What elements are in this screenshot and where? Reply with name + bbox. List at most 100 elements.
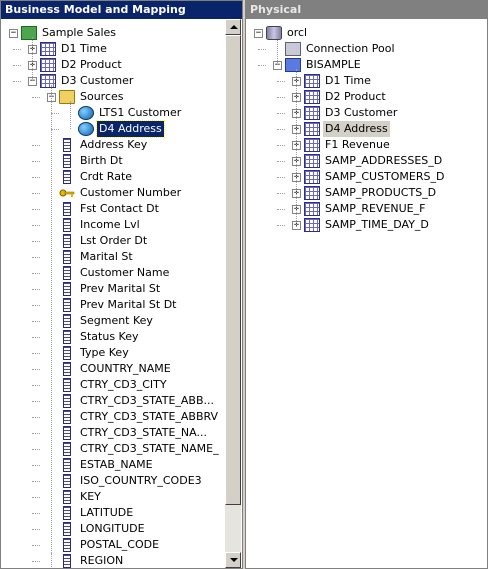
tree-node-label: Prev Marital St Dt (80, 298, 177, 311)
scroll-thumb[interactable] (225, 35, 241, 505)
collapse-toggle[interactable]: − (9, 29, 18, 38)
tree-node-d1-time[interactable]: + D1 Time (1, 41, 242, 57)
tree-node-samp-addresses-d[interactable]: + SAMP_ADDRESSES_D (246, 153, 487, 169)
tree-node-customer-number[interactable]: Customer Number (1, 185, 242, 201)
tree-node-label: POSTAL_CODE (80, 538, 160, 551)
tree-node-label: ESTAB_NAME (80, 458, 153, 471)
tree-node-samp-time-day-d[interactable]: + SAMP_TIME_DAY_D (246, 217, 487, 233)
tree-node-estab-name[interactable]: ESTAB_NAME (1, 457, 242, 473)
tree-node-customer-name[interactable]: Customer Name (1, 265, 242, 281)
table-icon (40, 74, 56, 88)
connection-pool-icon (285, 42, 301, 56)
tree-connector (13, 81, 21, 82)
tree-node-label: orcl (287, 26, 308, 39)
tree-node-label: SAMP_REVENUE_F (325, 202, 426, 215)
tree-node-status-key[interactable]: Status Key (1, 329, 242, 345)
physical-pane: Physical − orcl Connection Pool − BISAMPLE + D… (245, 0, 488, 569)
table-icon (304, 90, 320, 104)
tree-node-connection-pool[interactable]: Connection Pool (246, 41, 487, 57)
tree-node-d2-product[interactable]: + D2 Product (246, 89, 487, 105)
tree-node-ctry-cd3-state-abb[interactable]: CTRY_CD3_STATE_ABB... (1, 393, 242, 409)
tree-node-longitude[interactable]: LONGITUDE (1, 521, 242, 537)
tree-node-latitude[interactable]: LATITUDE (1, 505, 242, 521)
tree-node-ctry-cd3-state-na[interactable]: CTRY_CD3_STATE_NA... (1, 425, 242, 441)
tree-node-d2-product[interactable]: + D2 Product (1, 57, 242, 73)
tree-connector (32, 561, 40, 562)
tree-node-samp-customers-d[interactable]: + SAMP_CUSTOMERS_D (246, 169, 487, 185)
tree-node-lst-order-dt[interactable]: Lst Order Dt (1, 233, 242, 249)
tree-node-segment-key[interactable]: Segment Key (1, 313, 242, 329)
tree-node-label: Lst Order Dt (80, 234, 148, 247)
vertical-scrollbar[interactable] (225, 19, 241, 568)
tree-node-f1-revenue[interactable]: + F1 Revenue (246, 137, 487, 153)
tree-connector (32, 161, 40, 162)
tree-node-region[interactable]: REGION (1, 553, 242, 568)
column-icon (63, 314, 71, 328)
table-icon (304, 186, 320, 200)
tree-connector (32, 225, 40, 226)
tree-node-label: Address Key (80, 138, 148, 151)
tree-node-orcl[interactable]: − orcl (246, 25, 487, 41)
tree-connector (51, 113, 59, 114)
tree-node-type-key[interactable]: Type Key (1, 345, 242, 361)
tree-node-lts1-customer[interactable]: LTS1 Customer (1, 105, 242, 121)
tree-node-d1-time[interactable]: + D1 Time (246, 73, 487, 89)
tree-node-postal-code[interactable]: POSTAL_CODE (1, 537, 242, 553)
tree-node-prev-marital-st[interactable]: Prev Marital St (1, 281, 242, 297)
tree-connector (277, 193, 285, 194)
scroll-down-button[interactable] (225, 552, 241, 568)
tree-node-crdt-rate[interactable]: Crdt Rate (1, 169, 242, 185)
tree-node-d3-customer[interactable]: + D3 Customer (246, 105, 487, 121)
tree-node-marital-st[interactable]: Marital St (1, 249, 242, 265)
tree-node-label: ISO_COUNTRY_CODE3 (80, 474, 202, 487)
tree-node-key[interactable]: KEY (1, 489, 242, 505)
tree-node-bisample[interactable]: − BISAMPLE (246, 57, 487, 73)
tree-connector (32, 449, 40, 450)
tree-node-label: KEY (80, 490, 101, 503)
tree-node-sample-sales[interactable]: − Sample Sales (1, 25, 242, 41)
column-icon (63, 442, 71, 456)
column-icon (63, 346, 71, 360)
tree-connector (32, 289, 40, 290)
tree-node-ctry-cd3-state-abbrv[interactable]: CTRY_CD3_STATE_ABBRV (1, 409, 242, 425)
tree-node-sources[interactable]: − Sources (1, 89, 242, 105)
tree-node-fst-contact-dt[interactable]: Fst Contact Dt (1, 201, 242, 217)
tree-node-ctry-cd3-city[interactable]: CTRY_CD3_CITY (1, 377, 242, 393)
tree-node-income-lvl[interactable]: Income Lvl (1, 217, 242, 233)
column-icon (63, 298, 71, 312)
tree-connector (277, 97, 285, 98)
tree-node-label: SAMP_CUSTOMERS_D (325, 170, 445, 183)
tree-node-label: D2 Product (325, 90, 386, 103)
tree-node-samp-revenue-f[interactable]: + SAMP_REVENUE_F (246, 201, 487, 217)
tree-node-label: CTRY_CD3_STATE_ABB... (80, 394, 215, 407)
column-icon (63, 474, 71, 488)
tree-connector (258, 65, 266, 66)
tree-connector (32, 305, 40, 306)
tree-node-country-name[interactable]: COUNTRY_NAME (1, 361, 242, 377)
tree-node-ctry-cd3-state-name[interactable]: CTRY_CD3_STATE_NAME_ (1, 441, 242, 457)
column-icon (63, 170, 71, 184)
tree-node-iso-country-code3[interactable]: ISO_COUNTRY_CODE3 (1, 473, 242, 489)
tree-node-prev-marital-st-dt[interactable]: Prev Marital St Dt (1, 297, 242, 313)
tree-node-d4-address[interactable]: + D4 Address (246, 121, 487, 137)
tree-node-samp-products-d[interactable]: + SAMP_PRODUCTS_D (246, 185, 487, 201)
tree-node-label: D2 Product (61, 58, 122, 71)
tree-node-label: Sources (80, 90, 124, 103)
tree-connector (32, 545, 40, 546)
table-icon (304, 218, 320, 232)
key-icon (59, 186, 75, 200)
tree-node-birth-dt[interactable]: Birth Dt (1, 153, 242, 169)
tree-node-label: D3 Customer (325, 106, 398, 119)
physical-header: Physical (246, 1, 487, 19)
scroll-up-button[interactable] (225, 19, 241, 35)
collapse-toggle[interactable]: − (254, 29, 263, 38)
tree-node-address-key[interactable]: Address Key (1, 137, 242, 153)
column-icon (63, 282, 71, 296)
column-icon (63, 554, 71, 568)
tree-node-label: Connection Pool (306, 42, 395, 55)
tree-node-label: D3 Customer (61, 74, 134, 87)
tree-node-d4-address[interactable]: D4 Address (1, 120, 242, 138)
tree-node-label: SAMP_TIME_DAY_D (325, 218, 429, 231)
column-icon (63, 234, 71, 248)
tree-node-d3-customer[interactable]: − D3 Customer (1, 73, 242, 89)
